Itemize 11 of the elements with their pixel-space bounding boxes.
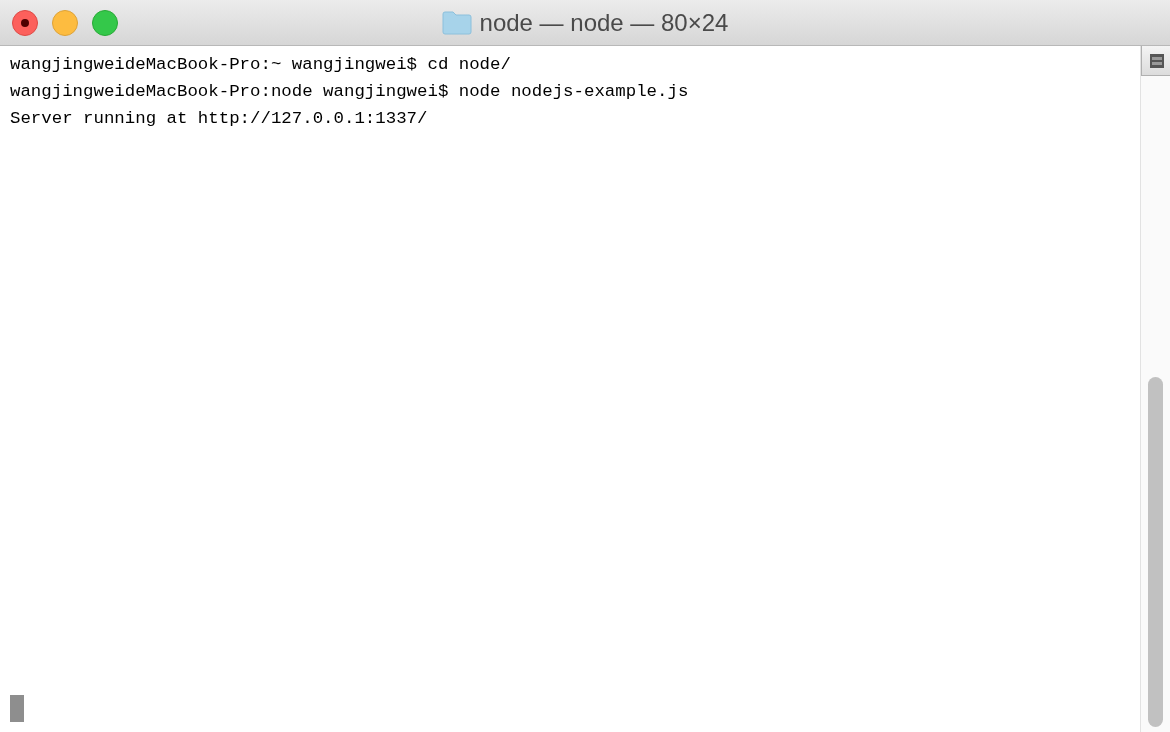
folder-icon (441, 10, 472, 35)
close-button[interactable] (12, 9, 38, 36)
split-pane-icon[interactable] (1141, 46, 1170, 76)
scrollbar-thumb[interactable] (1148, 377, 1163, 727)
terminal-line: wangjingweideMacBook-Pro:~ wangjingwei$ cd node/ (10, 54, 512, 76)
zoom-button[interactable] (92, 9, 118, 36)
terminal-line: Server running at http://127.0.0.1:1337/ (10, 108, 429, 130)
terminal-cursor (10, 695, 24, 722)
minimize-button[interactable] (52, 9, 78, 36)
window-title: node — node — 80×24 (479, 7, 729, 38)
terminal-line: wangjingweideMacBook-Pro:node wangjingwei$ node nodejs-example.js (10, 81, 690, 103)
